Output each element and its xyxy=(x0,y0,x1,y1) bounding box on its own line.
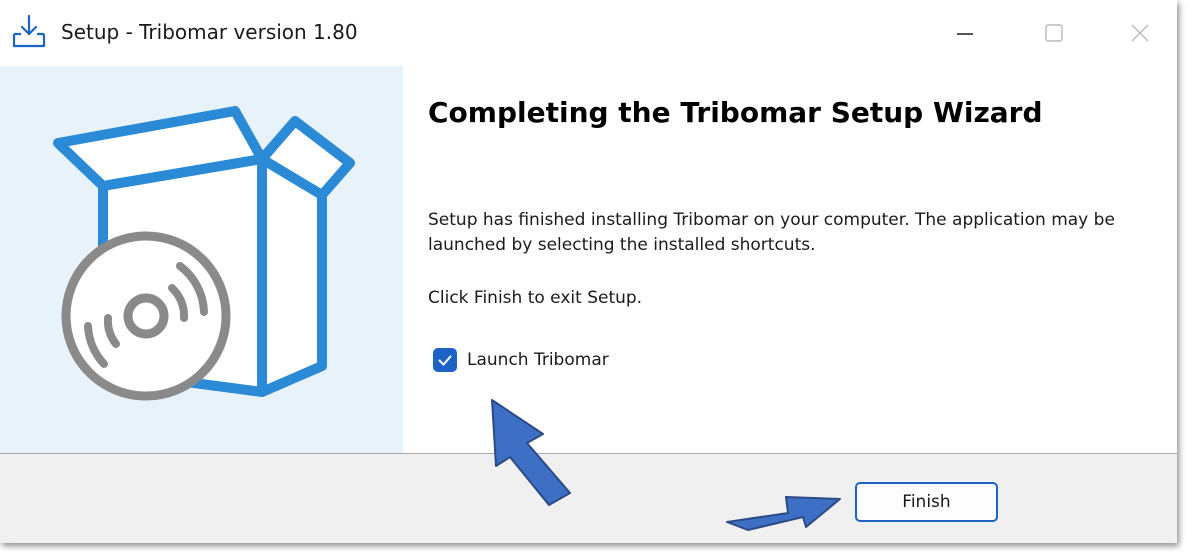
window-title: Setup - Tribomar version 1.80 xyxy=(61,20,358,44)
software-box-with-disc-icon xyxy=(53,106,355,401)
wizard-footer xyxy=(0,454,1177,543)
minimize-icon xyxy=(957,33,973,35)
launch-option[interactable]: Launch Tribomar xyxy=(433,347,609,373)
launch-checkbox-label[interactable]: Launch Tribomar xyxy=(467,350,609,370)
launch-checkbox[interactable] xyxy=(433,348,457,372)
maximize-icon xyxy=(1045,24,1063,42)
close-button[interactable] xyxy=(1110,12,1170,54)
wizard-description: Setup has finished installing Tribomar o… xyxy=(428,210,1115,255)
checkmark-icon xyxy=(438,355,452,366)
wizard-side-banner xyxy=(0,66,403,453)
wizard-heading: Completing the Tribomar Setup Wizard xyxy=(428,96,1043,129)
finish-button[interactable]: Finish xyxy=(855,482,998,522)
minimize-button[interactable] xyxy=(935,12,995,54)
download-tray-icon xyxy=(12,14,46,48)
exit-instruction: Click Finish to exit Setup. xyxy=(428,288,643,308)
setup-wizard-window: Setup - Tribomar version 1.80 Completing… xyxy=(0,0,1177,543)
close-icon xyxy=(1131,24,1149,42)
title-bar[interactable]: Setup - Tribomar version 1.80 xyxy=(0,0,1177,66)
maximize-button[interactable] xyxy=(1025,12,1085,54)
screenshot-stage: Setup - Tribomar version 1.80 Completing… xyxy=(0,0,1187,557)
